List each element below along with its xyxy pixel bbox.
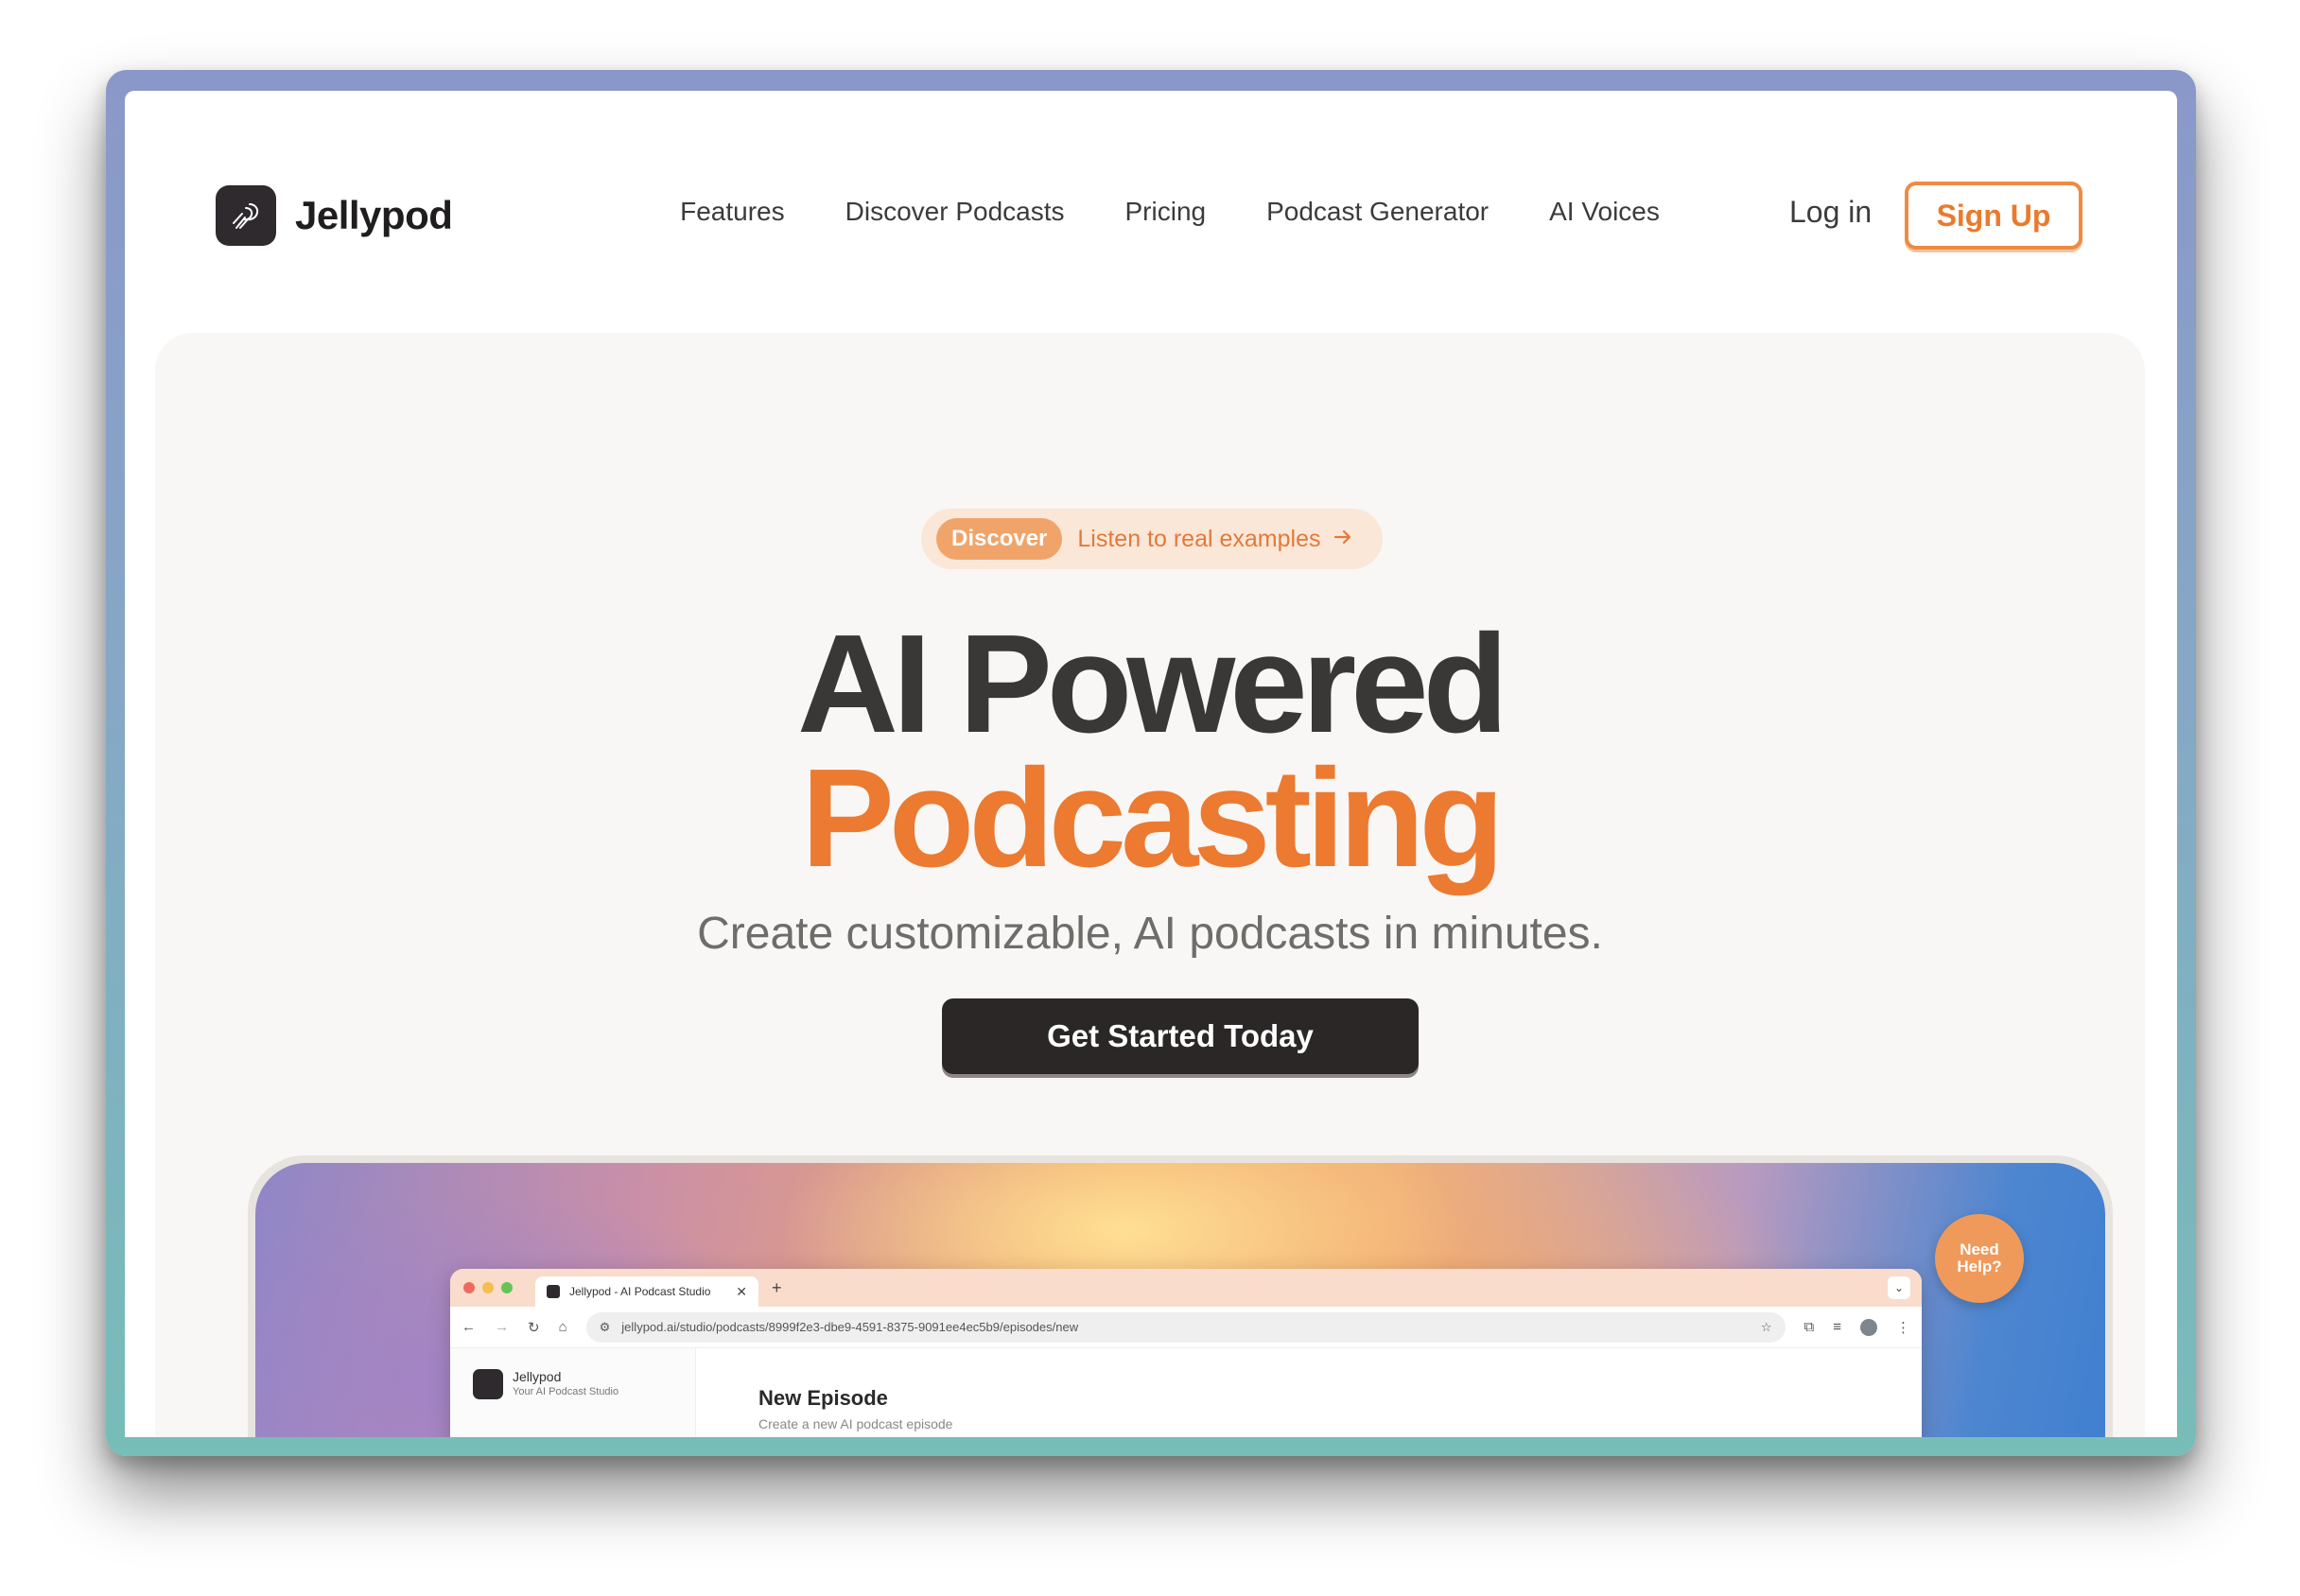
arrow-right-icon [1332, 526, 1354, 553]
favicon-icon [547, 1285, 560, 1298]
page: Jellypod Features Discover Podcasts Pric… [125, 91, 2177, 1437]
app-main-subtitle: Create a new AI podcast episode [758, 1416, 953, 1431]
get-started-button[interactable]: Get Started Today [942, 998, 1419, 1074]
app-main-title: New Episode [758, 1386, 888, 1410]
reload-icon: ↻ [528, 1319, 540, 1336]
login-link[interactable]: Log in [1789, 195, 1872, 230]
browser-tab-title: Jellypod - AI Podcast Studio [569, 1285, 711, 1298]
close-window-dot [463, 1282, 475, 1293]
signup-button[interactable]: Sign Up [1905, 182, 2082, 250]
back-arrow-icon: ← [462, 1319, 476, 1335]
browser-tab: Jellypod - AI Podcast Studio ✕ [535, 1276, 758, 1307]
headline-line-2: Podcasting [801, 740, 1505, 896]
more-menu-icon: ⋮ [1896, 1319, 1910, 1336]
app-sidebar: Jellypod Your AI Podcast Studio [450, 1348, 696, 1437]
tab-close-icon: ✕ [736, 1283, 747, 1299]
discover-badge: Discover [936, 518, 1063, 560]
nav-item-features[interactable]: Features [680, 197, 785, 227]
headline-line-1: AI Powered [797, 606, 1508, 762]
help-line-1: Need [1960, 1240, 1999, 1259]
help-line-2: Help? [1957, 1258, 2002, 1275]
app-content: Jellypod Your AI Podcast Studio New Epis… [450, 1348, 1922, 1437]
window-frame: Jellypod Features Discover Podcasts Pric… [106, 70, 2196, 1456]
bookmark-star-icon: ☆ [1760, 1319, 1772, 1334]
nav-item-pricing[interactable]: Pricing [1125, 197, 1207, 227]
nav-item-discover-podcasts[interactable]: Discover Podcasts [845, 197, 1065, 227]
hero-section: Discover Listen to real examples AI Powe… [155, 333, 2145, 1437]
nav-item-podcast-generator[interactable]: Podcast Generator [1266, 197, 1489, 227]
app-sidebar-title: Jellypod [513, 1369, 562, 1384]
product-preview: Jellypod - AI Podcast Studio ✕ + ⌄ ← → ↻… [248, 1155, 2113, 1437]
site-settings-icon: ⚙ [599, 1319, 611, 1334]
maximize-window-dot [501, 1282, 513, 1293]
minimize-window-dot [482, 1282, 494, 1293]
extensions-icon: ⧉ [1803, 1319, 1815, 1335]
preview-wallpaper: Jellypod - AI Podcast Studio ✕ + ⌄ ← → ↻… [255, 1163, 2105, 1437]
tab-list-chevron-icon: ⌄ [1888, 1276, 1910, 1299]
address-bar: ⚙ jellypod.ai/studio/podcasts/8999f2e3-d… [585, 1311, 1786, 1343]
address-bar-url: jellypod.ai/studio/podcasts/8999f2e3-dbe… [621, 1320, 1079, 1334]
hero-subheading: Create customizable, AI podcasts in minu… [697, 909, 1603, 959]
profile-avatar [1860, 1318, 1877, 1336]
preview-browser-window: Jellypod - AI Podcast Studio ✕ + ⌄ ← → ↻… [450, 1269, 1922, 1437]
discover-pill-text: Listen to real examples [1077, 525, 1321, 552]
browser-tab-bar: Jellypod - AI Podcast Studio ✕ + ⌄ [450, 1269, 1922, 1307]
app-logo-icon [473, 1369, 503, 1399]
forward-arrow-icon: → [495, 1319, 509, 1335]
app-main: New Episode Create a new AI podcast epis… [696, 1348, 952, 1437]
home-icon: ⌂ [558, 1319, 567, 1335]
discover-pill[interactable]: Discover Listen to real examples [921, 509, 1383, 569]
browser-url-bar: ← → ↻ ⌂ ⚙ jellypod.ai/studio/podcasts/89… [450, 1307, 1922, 1348]
new-tab-icon: + [772, 1277, 782, 1297]
app-sidebar-subtitle: Your AI Podcast Studio [513, 1386, 619, 1397]
nav-item-ai-voices[interactable]: AI Voices [1549, 197, 1660, 227]
need-help-button[interactable]: Need Help? [1935, 1214, 2024, 1303]
media-icon: ≡ [1833, 1319, 1841, 1335]
